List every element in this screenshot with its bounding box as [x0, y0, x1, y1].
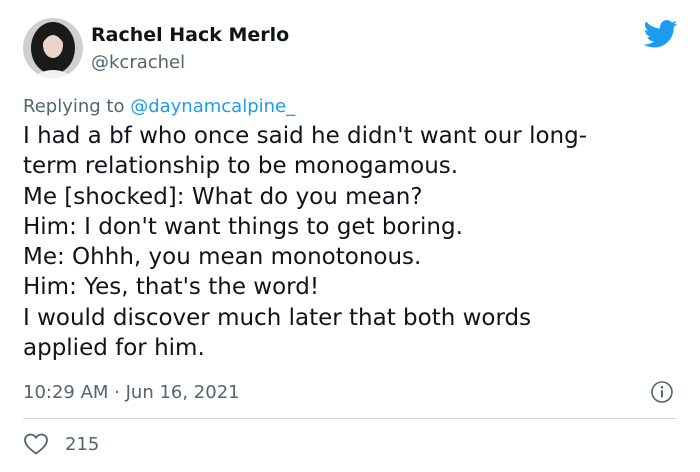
like-count: 215: [65, 433, 100, 455]
divider: [23, 418, 677, 419]
tweet-line: Me [shocked]: What do you mean?: [23, 183, 423, 210]
tweet-text: I had a bf who once said he didn't want …: [23, 121, 673, 363]
author-handle[interactable]: @kcrachel: [91, 52, 185, 73]
tweet-line: Him: Yes, that's the word!: [23, 274, 320, 301]
tweet-line: I would discover much later that both wo…: [23, 304, 532, 331]
tweet-line: Me: Ohhh, you mean monotonous.: [23, 244, 422, 271]
avatar[interactable]: [23, 18, 83, 78]
replying-to: Replying to @daynamcalpine_: [23, 96, 295, 117]
tweet-timestamp[interactable]: 10:29 AM · Jun 16, 2021: [23, 382, 240, 403]
heart-icon: [24, 433, 48, 455]
tweet-line: Him: I don't want things to get boring.: [23, 213, 463, 240]
like-button[interactable]: 215: [23, 429, 99, 459]
tweet-line: term relationship to be monogamous.: [23, 153, 459, 180]
twitter-bird-icon[interactable]: [644, 20, 678, 48]
replying-to-label: Replying to: [23, 96, 131, 117]
info-icon[interactable]: [650, 380, 674, 404]
tweet-line: I had a bf who once said he didn't want …: [23, 123, 588, 149]
author-name[interactable]: Rachel Hack Merlo: [91, 24, 289, 46]
reply-mention-link[interactable]: @daynamcalpine_: [130, 96, 295, 117]
tweet-line: applied for him.: [23, 335, 205, 362]
profile-photo: [23, 18, 83, 78]
